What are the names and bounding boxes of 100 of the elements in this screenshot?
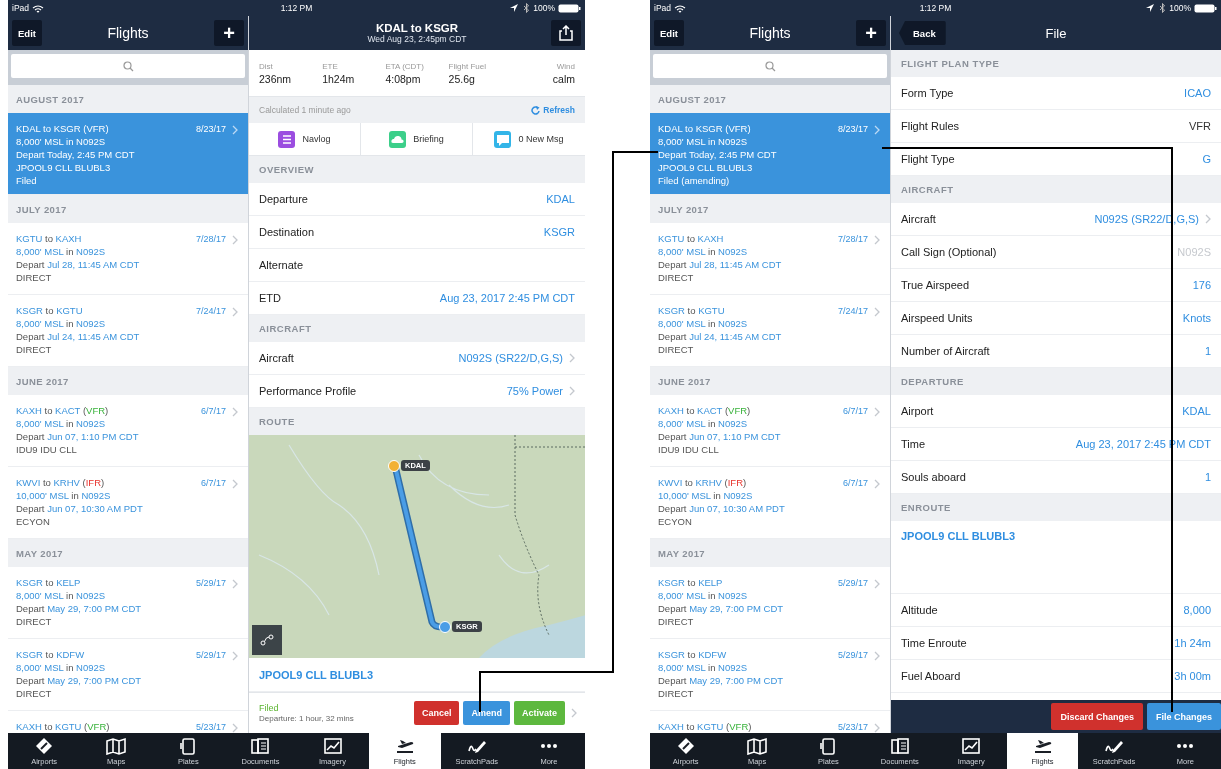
row-value: Knots — [1182, 312, 1211, 324]
row-label: Fuel Aboard — [901, 670, 962, 682]
flight-list-item[interactable]: KAXH to KACT (VFR) 8,000' MSL in N092S Depart Jun 07, 1:10 PM CDT IDU9 IDU CLL 6/7/17 — [8, 395, 248, 467]
flight-detail-text: Depart Today, 2:45 PM CDT — [658, 148, 778, 161]
flight-detail-text: KWVI to KRHV (IFR) — [16, 476, 106, 489]
flight-detail-text: 8,000' MSL in N092S — [658, 661, 749, 674]
flight-detail-text: KSGR to KGTU — [16, 304, 84, 317]
flight-detail-text: 8,000' MSL in N092S — [16, 589, 107, 602]
row-label: Souls aboard — [901, 471, 967, 483]
flight-date: 5/29/17 — [195, 578, 226, 588]
stat-label: Flight Fuel — [448, 61, 487, 71]
route-toggle-button[interactable] — [252, 625, 282, 655]
flight-date: 7/24/17 — [195, 306, 226, 316]
search-field[interactable] — [653, 54, 887, 78]
flight-detail-text: Depart May 29, 7:00 PM CDT — [658, 674, 785, 687]
chevron-icon — [874, 235, 880, 245]
book-icon — [250, 736, 271, 755]
chevron-icon — [232, 125, 238, 135]
flight-detail-text: IDU9 IDU CLL — [658, 443, 720, 456]
origin-pin — [388, 460, 400, 472]
share-icon — [559, 25, 573, 41]
battery-icon — [558, 3, 581, 13]
flight-date: 6/7/17 — [200, 478, 226, 488]
action-button[interactable]: Discard Changes — [1051, 703, 1143, 730]
bluetooth-icon — [1158, 3, 1167, 13]
flight-detail-text: 8,000' MSL in N092S — [16, 135, 107, 148]
flight-list-item[interactable]: KSGR to KELP 8,000' MSL in N092S Depart May 29, 7:00 PM CDT DIRECT 5/29/17 — [650, 567, 890, 639]
nav-title: Flights — [107, 25, 149, 41]
edit-button[interactable]: Edit — [654, 20, 684, 46]
stat-value: 1h24m — [322, 72, 356, 85]
add-button[interactable]: + — [214, 20, 244, 46]
clock-time: 1:12 PM — [919, 3, 952, 13]
battery-icon — [1194, 3, 1217, 13]
flight-subtitle: Wed Aug 23, 2:45pm CDT — [367, 34, 467, 44]
chevron-icon — [232, 579, 238, 589]
flight-date: 5/23/17 — [195, 722, 226, 732]
stat-label: Dist — [259, 61, 274, 71]
flight-detail-text: KDAL to KSGR (VFR) — [658, 122, 752, 135]
flight-detail-text: KWVI to KRHV (IFR) — [658, 476, 748, 489]
flight-detail-text: KSGR to KDFW — [658, 648, 728, 661]
flight-detail-text: 8,000' MSL in N092S — [658, 589, 749, 602]
chevron-icon — [874, 125, 880, 135]
flight-detail-text: DIRECT — [658, 687, 695, 700]
flight-detail-text: DIRECT — [658, 343, 695, 356]
chevron-icon — [232, 479, 238, 489]
chevron-icon — [1205, 214, 1211, 224]
search-field[interactable] — [11, 54, 245, 78]
chart-icon — [322, 736, 343, 755]
wifi-icon — [32, 3, 44, 13]
row-label: Time Enroute — [901, 637, 968, 649]
row-value: KDAL — [546, 193, 575, 205]
row-label: Destination — [259, 226, 316, 238]
back-button[interactable]: Back — [899, 21, 946, 45]
flight-list-item[interactable]: KGTU to KAXH 8,000' MSL in N092S Depart Jul 28, 11:45 AM CDT DIRECT 7/28/17 — [650, 223, 890, 295]
flight-date: 5/29/17 — [837, 578, 868, 588]
flight-detail-text: KDAL to KSGR (VFR) — [16, 122, 110, 135]
row-label: Aircraft — [901, 213, 937, 225]
chevron-icon — [569, 386, 575, 396]
flight-detail-text: KAXH to KACT (VFR) — [16, 404, 110, 417]
clock-time: 1:12 PM — [280, 3, 313, 13]
flight-list-item[interactable]: KSGR to KELP 8,000' MSL in N092S Depart May 29, 7:00 PM CDT DIRECT 5/29/17 — [8, 567, 248, 639]
destination-pin — [439, 621, 451, 633]
flight-detail-text: KAXH to KACT (VFR) — [658, 404, 752, 417]
row-label: Departure — [259, 193, 309, 205]
nav-title: Flights — [749, 25, 791, 41]
chevron-icon — [232, 651, 238, 661]
row-label: Number of Aircraft — [901, 345, 991, 357]
flight-detail-text: Depart Jun 07, 1:10 PM CDT — [658, 430, 782, 443]
wifi-icon — [674, 3, 686, 13]
flight-list-item[interactable]: KGTU to KAXH 8,000' MSL in N092S Depart Jul 28, 11:45 AM CDT DIRECT 7/28/17 — [8, 223, 248, 295]
row-label: Airspeed Units — [901, 312, 974, 324]
flight-status: Filed — [259, 703, 280, 713]
flight-detail-text: 10,000' MSL in N092S — [16, 489, 112, 502]
flight-detail-text: DIRECT — [16, 615, 53, 628]
row-value: Aug 23, 2017 2:45 PM CDT — [439, 292, 575, 304]
section-header: AIRCRAFT — [249, 315, 585, 342]
flight-date: 8/23/17 — [195, 124, 226, 134]
share-button[interactable] — [551, 20, 581, 46]
flight-date: 7/28/17 — [837, 234, 868, 244]
chevron-icon — [232, 235, 238, 245]
book-icon — [889, 736, 910, 755]
flight-list-item[interactable]: KSGR to KDFW 8,000' MSL in N092S Depart May 29, 7:00 PM CDT DIRECT 5/29/17 — [8, 639, 248, 711]
flight-detail-text: DIRECT — [16, 687, 53, 700]
flight-list-item[interactable]: KAXH to KACT (VFR) 8,000' MSL in N092S Depart Jun 07, 1:10 PM CDT IDU9 IDU CLL 6/7/17 — [650, 395, 890, 467]
add-button[interactable]: + — [856, 20, 886, 46]
action-button[interactable]: Cancel — [413, 701, 460, 725]
section-header: JUNE 2017 — [650, 367, 890, 395]
chevron-icon — [569, 353, 575, 363]
row-value: KSGR — [543, 226, 575, 238]
chevron-icon — [232, 407, 238, 417]
stat-label: ETA (CDT) — [385, 61, 425, 71]
ellipsis-icon — [540, 743, 557, 748]
flight-detail-text: ECYON — [16, 515, 51, 528]
row-label: True Airspeed — [901, 279, 971, 291]
edit-button[interactable]: Edit — [12, 20, 42, 46]
flight-list-item[interactable]: KSGR to KDFW 8,000' MSL in N092S Depart May 29, 7:00 PM CDT DIRECT 5/29/17 — [650, 639, 890, 711]
flight-date: 7/28/17 — [195, 234, 226, 244]
stat-value: 4:08pm — [385, 72, 422, 85]
flight-detail-text: JPOOL9 CLL BLUBL3 — [658, 161, 754, 174]
flight-detail-text: KGTU to KAXH — [16, 232, 83, 245]
